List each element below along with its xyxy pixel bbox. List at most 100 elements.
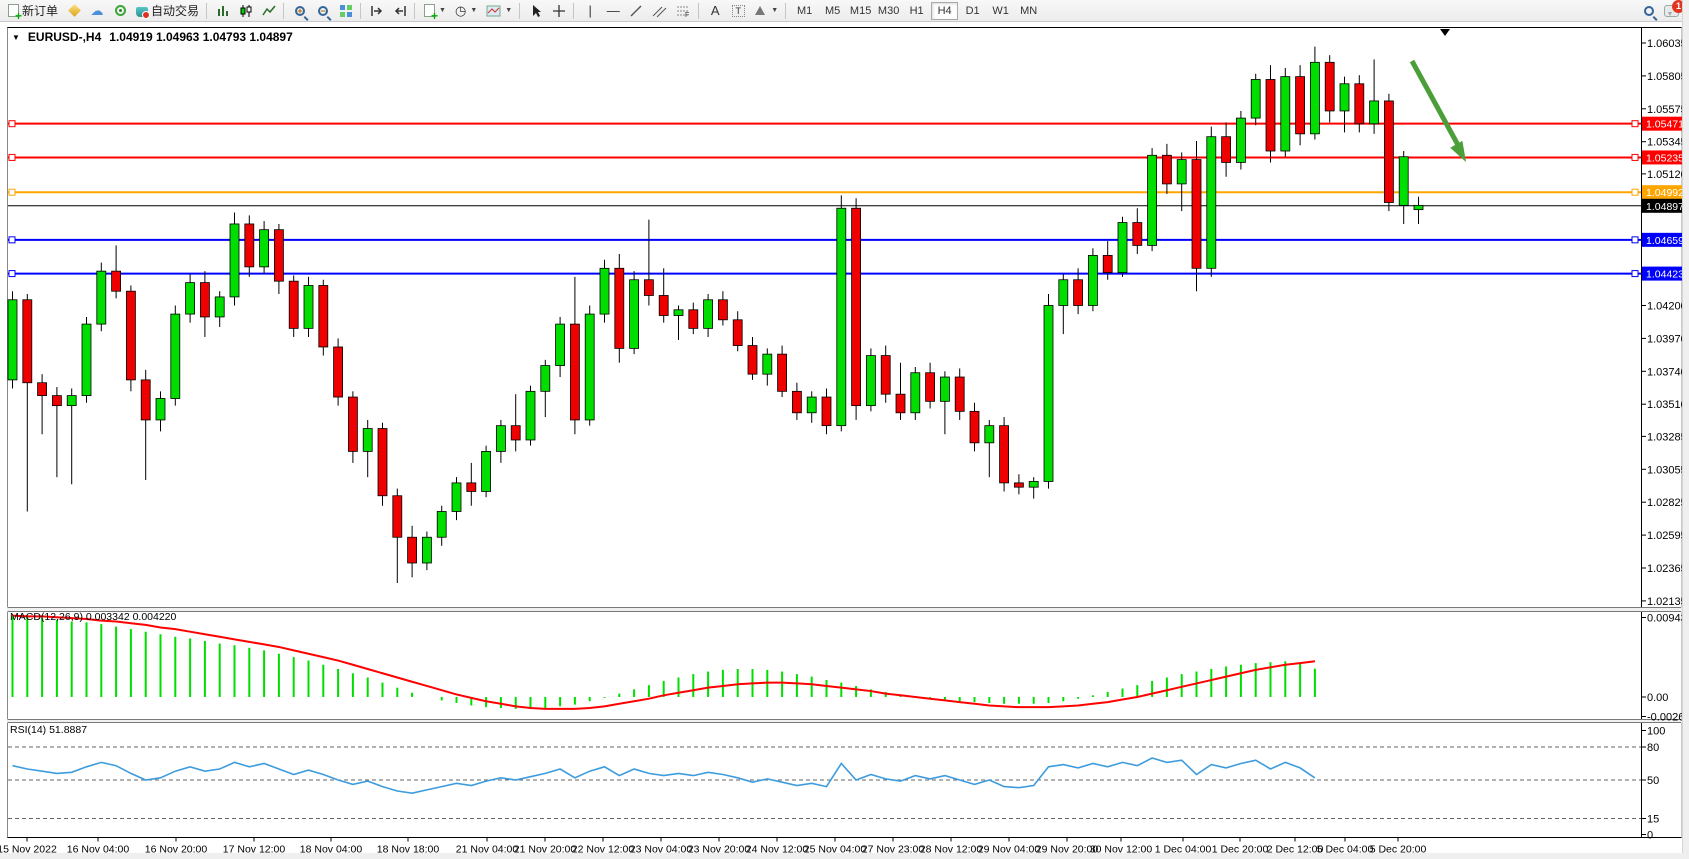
auto-scroll-button[interactable]	[389, 1, 411, 21]
chart-window[interactable]: 1.060351.058051.055751.053451.051201.042…	[0, 22, 1689, 859]
label-button[interactable]: T	[727, 1, 749, 21]
tab-m5[interactable]: M5	[819, 2, 846, 20]
svg-text:50: 50	[1647, 775, 1659, 787]
rsi-line	[13, 758, 1315, 793]
tab-h4[interactable]: H4	[931, 2, 958, 20]
bar-chart-button[interactable]	[212, 1, 234, 21]
svg-text:1.06035: 1.06035	[1647, 38, 1687, 50]
signals-button[interactable]	[109, 1, 131, 21]
svg-text:80: 80	[1647, 742, 1659, 754]
tile-windows-button[interactable]	[335, 1, 357, 21]
svg-text:15: 15	[1647, 814, 1659, 826]
new-chart-button[interactable]: ▼	[420, 1, 450, 21]
separator	[206, 3, 207, 19]
line-chart-icon	[262, 4, 276, 18]
separator	[283, 3, 284, 19]
macd-signal-line	[13, 616, 1315, 709]
trendline-icon	[629, 4, 643, 18]
chart-dropdown-icon[interactable]: ▼	[12, 33, 20, 42]
svg-text:1.04992: 1.04992	[1646, 187, 1684, 199]
zoom-in-button[interactable]: +	[289, 1, 311, 21]
new-order-icon	[8, 4, 19, 17]
scroll-marker-icon	[1440, 29, 1450, 36]
quotes-button[interactable]	[63, 1, 85, 21]
svg-text:1.03510: 1.03510	[1647, 399, 1687, 411]
horizontal-line-icon: —	[607, 4, 620, 18]
tab-m1[interactable]: M1	[791, 2, 818, 20]
periods-button[interactable]: ◷▼	[451, 1, 481, 21]
svg-text:1.05345: 1.05345	[1647, 137, 1687, 149]
fibonacci-icon: F	[676, 4, 691, 18]
svg-text:1.04200: 1.04200	[1647, 300, 1687, 312]
label-icon: T	[732, 5, 745, 17]
separator	[698, 3, 699, 19]
tab-mn[interactable]: MN	[1015, 2, 1042, 20]
bottom-gutter	[0, 853, 1689, 859]
periods-icon: ◷	[455, 4, 466, 18]
right-gutter	[1682, 0, 1689, 859]
text-icon: A	[711, 4, 720, 18]
search-icon[interactable]	[1644, 6, 1654, 16]
autotrading-button[interactable]: 自动交易	[132, 1, 203, 21]
tab-m30[interactable]: M30	[875, 2, 902, 20]
svg-text:1.02365: 1.02365	[1647, 563, 1687, 575]
signals-icon	[115, 5, 126, 16]
shapes-icon	[754, 4, 767, 17]
zoom-out-button[interactable]: −	[312, 1, 334, 21]
separator	[414, 3, 415, 19]
separator	[519, 3, 520, 19]
svg-text:1.03055: 1.03055	[1647, 464, 1687, 476]
new-order-label: 新订单	[22, 2, 58, 19]
templates-icon	[486, 4, 501, 18]
tab-h1[interactable]: H1	[903, 2, 930, 20]
chart-canvas[interactable]: 1.060351.058051.055751.053451.051201.042…	[0, 22, 1689, 859]
chart-symbol: EURUSD-,H4	[28, 30, 101, 44]
hline-1.05235	[8, 154, 1641, 160]
svg-text:1.03285: 1.03285	[1647, 431, 1687, 443]
cursor-button[interactable]	[525, 1, 547, 21]
profile-icon: ☁	[91, 4, 104, 17]
main-toolbar: 新订单 ☁ 自动交易 + − ▼ ◷▼	[0, 0, 1689, 22]
chevron-down-icon: ▼	[470, 7, 477, 14]
profile-button[interactable]: ☁	[86, 1, 108, 21]
horizontal-line-button[interactable]: —	[602, 1, 624, 21]
svg-text:F: F	[685, 12, 689, 18]
shapes-button[interactable]: ▼	[750, 1, 782, 21]
tile-windows-icon	[339, 4, 353, 18]
hline-1.04992	[8, 189, 1641, 195]
new-order-button[interactable]: 新订单	[4, 1, 62, 21]
svg-text:1.05805: 1.05805	[1647, 71, 1687, 83]
chart-ohlc: 1.04919 1.04963 1.04793 1.04897	[109, 30, 293, 44]
new-chart-icon	[424, 4, 435, 17]
bar-chart-icon	[216, 4, 230, 18]
tab-d1[interactable]: D1	[959, 2, 986, 20]
chevron-down-icon: ▼	[505, 7, 512, 14]
svg-text:1.03740: 1.03740	[1647, 366, 1687, 378]
channel-button[interactable]	[648, 1, 671, 21]
tab-m15[interactable]: M15	[847, 2, 874, 20]
chart-shift-icon	[370, 4, 384, 18]
line-chart-button[interactable]	[258, 1, 280, 21]
chevron-down-icon: ▼	[771, 7, 778, 14]
crosshair-button[interactable]	[548, 1, 570, 21]
templates-button[interactable]: ▼	[482, 1, 516, 21]
candlestick-chart-button[interactable]	[235, 1, 257, 21]
channel-icon	[652, 4, 667, 18]
chevron-down-icon: ▼	[439, 7, 446, 14]
trendline-button[interactable]	[625, 1, 647, 21]
svg-text:100: 100	[1647, 726, 1665, 738]
notifications-button[interactable]: 1	[1664, 5, 1679, 17]
chart-title: ▼ EURUSD-,H4 1.04919 1.04963 1.04793 1.0…	[12, 30, 293, 44]
chart-shift-button[interactable]	[366, 1, 388, 21]
tab-w1[interactable]: W1	[987, 2, 1014, 20]
separator	[360, 3, 361, 19]
zoom-in-icon: +	[295, 6, 305, 16]
text-button[interactable]: A	[704, 1, 726, 21]
auto-scroll-icon	[393, 4, 407, 18]
hline-1.04423	[8, 271, 1641, 277]
vertical-line-button[interactable]: |	[579, 1, 601, 21]
rsi-label: RSI(14) 51.8887	[10, 724, 87, 736]
macd-label: MACD(12,26,9) 0.003342 0.004220	[10, 611, 176, 623]
fibonacci-button[interactable]: F	[672, 1, 695, 21]
vertical-line-icon: |	[588, 4, 591, 18]
